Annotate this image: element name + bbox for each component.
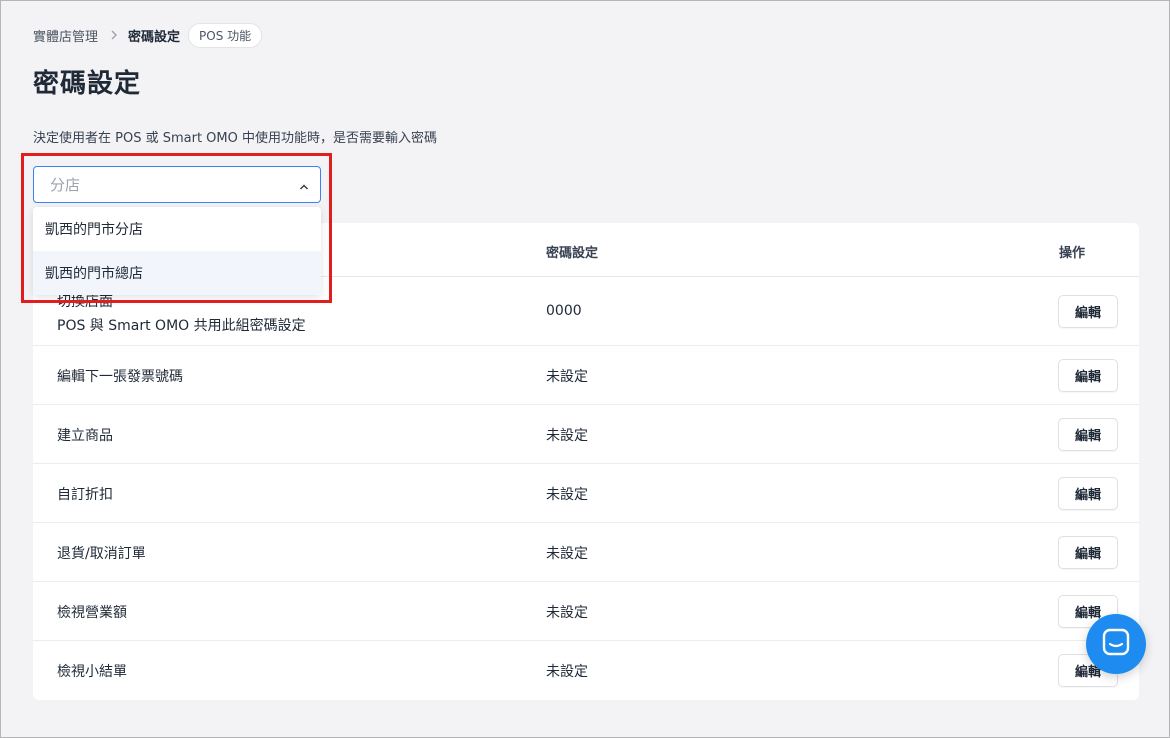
chat-launcher-button[interactable] (1086, 614, 1146, 674)
row-password: 未設定 (546, 369, 588, 385)
edit-button[interactable]: 編輯 (1058, 418, 1118, 451)
row-name: 檢視營業額 (57, 605, 127, 621)
row-password: 未設定 (546, 605, 588, 621)
breadcrumb-parent-link[interactable]: 實體店管理 (33, 26, 98, 45)
breadcrumb: 實體店管理 密碼設定 POS 功能 (33, 22, 263, 48)
page-title: 密碼設定 (33, 69, 142, 99)
chevron-right-icon (110, 30, 118, 40)
row-password: 未設定 (546, 428, 588, 444)
table-row: 檢視小結單 未設定 編輯 (33, 641, 1139, 700)
edit-button[interactable]: 編輯 (1058, 295, 1118, 328)
row-password: 未設定 (546, 487, 588, 503)
row-name: 建立商品 (57, 428, 113, 444)
row-name: 編輯下一張發票號碼 (57, 369, 183, 385)
column-header-password: 密碼設定 (546, 246, 599, 261)
table-row: 退貨/取消訂單 未設定 編輯 (33, 523, 1139, 582)
row-name: 自訂折扣 (57, 487, 113, 503)
breadcrumb-current: 密碼設定 (128, 29, 181, 45)
page-description: 決定使用者在 POS 或 Smart OMO 中使用功能時，是否需要輸入密碼 (33, 131, 437, 146)
row-password: 未設定 (546, 546, 588, 562)
edit-button[interactable]: 編輯 (1058, 477, 1118, 510)
table-row: 建立商品 未設定 編輯 (33, 405, 1139, 464)
row-name: 退貨/取消訂單 (57, 546, 146, 562)
column-header-action: 操作 (1059, 246, 1086, 261)
edit-button[interactable]: 編輯 (1058, 536, 1118, 569)
row-password: 0000 (546, 303, 582, 319)
password-settings-page: 實體店管理 密碼設定 POS 功能 密碼設定 決定使用者在 POS 或 Smar… (1, 1, 1169, 737)
edit-button[interactable]: 編輯 (1058, 359, 1118, 392)
row-name: 檢視小結單 (57, 664, 127, 680)
table-row: 檢視營業額 未設定 編輯 (33, 582, 1139, 641)
highlight-annotation (21, 153, 332, 303)
breadcrumb-badge: POS 功能 (188, 22, 263, 48)
table-row: 自訂折扣 未設定 編輯 (33, 464, 1139, 523)
table-row: 編輯下一張發票號碼 未設定 編輯 (33, 346, 1139, 405)
chat-icon (1101, 627, 1131, 661)
row-password: 未設定 (546, 664, 588, 680)
row-subtitle: POS 與 Smart OMO 共用此組密碼設定 (57, 318, 306, 334)
